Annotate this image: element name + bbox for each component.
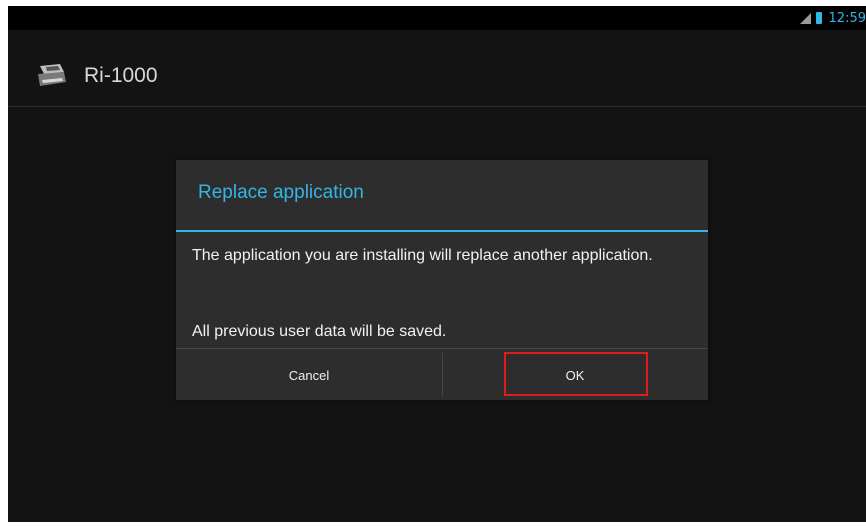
device-screen: 12:59 Ri-1000 Replace application The ap… xyxy=(8,6,866,522)
dialog-note: All previous user data will be saved. xyxy=(192,323,447,340)
signal-icon xyxy=(799,12,811,24)
cancel-button[interactable]: Cancel xyxy=(176,349,442,401)
replace-application-dialog: Replace application The application you … xyxy=(176,160,708,400)
app-title: Ri-1000 xyxy=(84,64,158,87)
dialog-title: Replace application xyxy=(198,182,364,203)
battery-icon xyxy=(815,12,822,24)
dialog-button-bar: Cancel OK xyxy=(176,348,708,401)
status-clock: 12:59 xyxy=(828,10,866,26)
dialog-message: The application you are installing will … xyxy=(192,247,653,264)
ok-button[interactable]: OK xyxy=(442,349,708,401)
title-divider xyxy=(176,230,708,232)
printer-icon xyxy=(38,64,66,86)
action-bar: Ri-1000 xyxy=(8,48,866,107)
status-icons: 12:59 xyxy=(799,6,866,30)
status-bar: 12:59 xyxy=(8,6,866,30)
